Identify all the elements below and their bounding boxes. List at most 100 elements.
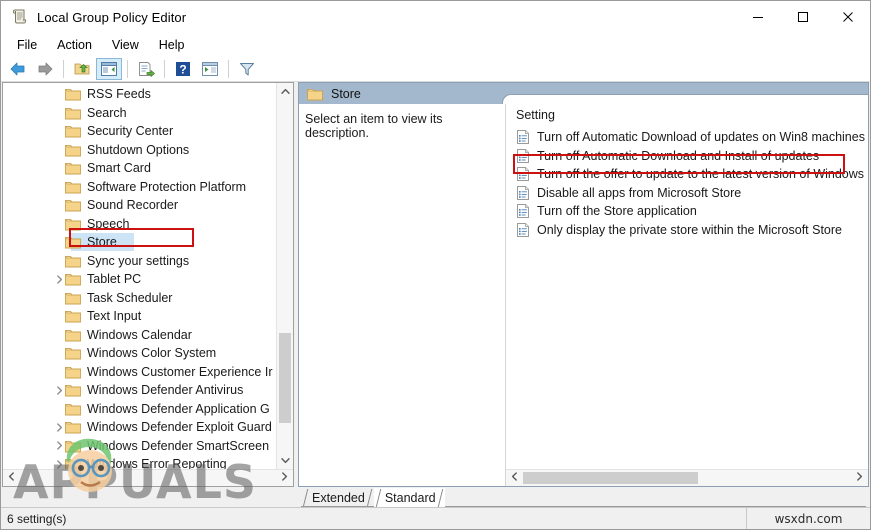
tree-item-label: Windows Defender SmartScreen	[87, 438, 270, 453]
tree-item[interactable]: Search	[3, 104, 276, 123]
scroll-up-icon[interactable]	[277, 83, 293, 100]
tree-horizontal-scrollbar[interactable]	[3, 469, 293, 486]
tree-item[interactable]: Sync your settings	[3, 252, 276, 271]
back-button[interactable]	[5, 58, 31, 80]
tree-item[interactable]: Windows Defender Exploit Guard	[3, 418, 276, 437]
setting-row[interactable]: Turn off Automatic Download and Install …	[506, 147, 868, 166]
tree-item[interactable]: Software Protection Platform	[3, 178, 276, 197]
tab-standard[interactable]: Standard	[373, 488, 445, 507]
column-header-setting: Setting	[516, 108, 555, 122]
tree-item[interactable]: Security Center	[3, 122, 276, 141]
tree-item[interactable]: Sound Recorder	[3, 196, 276, 215]
policy-setting-icon	[516, 222, 530, 237]
setting-label: Turn off the Store application	[537, 204, 697, 219]
toolbar: ?	[1, 57, 870, 82]
tree-hscroll-track[interactable]	[20, 470, 276, 486]
tree-item[interactable]: Windows Calendar	[3, 326, 276, 345]
folder-icon	[64, 124, 81, 138]
settings-hscroll-track[interactable]	[523, 470, 851, 486]
tree-item-label: Sync your settings	[87, 253, 190, 268]
description-text: Select an item to view its description.	[305, 112, 443, 140]
toolbar-separator	[127, 60, 128, 78]
scroll-right-icon[interactable]	[851, 470, 868, 487]
results-pane-header: Store	[298, 82, 869, 104]
tree-item[interactable]: Windows Error Reporting	[3, 455, 276, 469]
expand-chevron-icon[interactable]	[53, 440, 65, 452]
settings-list[interactable]: Turn off Automatic Download of updates o…	[506, 126, 868, 469]
menu-bar: File Action View Help	[1, 33, 870, 57]
folder-icon	[64, 235, 81, 249]
filter-button[interactable]	[234, 58, 260, 80]
tree-item[interactable]: Windows Customer Experience Ir	[3, 363, 276, 382]
setting-row[interactable]: Only display the private store within th…	[506, 221, 868, 240]
scroll-left-icon[interactable]	[506, 470, 523, 487]
settings-horizontal-scrollbar[interactable]	[506, 469, 868, 486]
tree-item[interactable]: Smart Card	[3, 159, 276, 178]
policy-setting-icon	[516, 204, 530, 219]
policy-setting-icon	[516, 185, 530, 200]
setting-row[interactable]: Disable all apps from Microsoft Store	[506, 184, 868, 203]
window-controls	[735, 1, 870, 33]
folder-icon	[64, 198, 81, 212]
tree-item[interactable]: Tablet PC	[3, 270, 276, 289]
tree-item[interactable]: Windows Defender SmartScreen	[3, 437, 276, 456]
show-hide-console-tree-button[interactable]	[96, 58, 122, 80]
setting-label: Turn off Automatic Download of updates o…	[537, 130, 865, 145]
setting-row[interactable]: Turn off Automatic Download of updates o…	[506, 128, 868, 147]
title-bar: Local Group Policy Editor	[1, 1, 870, 33]
tree-scroll-area: RSS Feeds Search Security Center Shutdown O…	[3, 83, 293, 469]
tree-item[interactable]: RSS Feeds	[3, 85, 276, 104]
view-tab-strip: Extended Standard	[1, 487, 870, 507]
maximize-button[interactable]	[780, 1, 825, 33]
menu-item-action[interactable]: Action	[47, 36, 102, 55]
tree-item-label: Speech	[87, 216, 130, 231]
tree-item[interactable]: Speech	[3, 215, 276, 234]
results-pane: Store Select an item to view its descrip…	[298, 82, 869, 487]
tree-item-label: Windows Defender Antivirus	[87, 383, 244, 398]
menu-item-view[interactable]: View	[102, 36, 149, 55]
tree-item-label: Windows Error Reporting	[87, 457, 227, 469]
tree-item-label: Windows Defender Exploit Guard	[87, 420, 272, 435]
scroll-right-icon[interactable]	[276, 470, 293, 487]
expand-chevron-icon[interactable]	[53, 273, 65, 285]
tree-vscroll-thumb[interactable]	[279, 333, 291, 423]
expand-chevron-icon[interactable]	[53, 458, 65, 469]
setting-label: Disable all apps from Microsoft Store	[537, 185, 742, 200]
scroll-down-icon[interactable]	[277, 452, 293, 469]
tab-extended[interactable]: Extended	[301, 488, 374, 507]
tree-vertical-scrollbar[interactable]	[276, 83, 293, 469]
expand-chevron-icon[interactable]	[53, 384, 65, 396]
folder-icon	[64, 383, 81, 397]
tree-item[interactable]: Windows Defender Antivirus	[3, 381, 276, 400]
setting-row[interactable]: Turn off the offer to update to the late…	[506, 165, 868, 184]
minimize-button[interactable]	[735, 1, 780, 33]
tree-vscroll-track[interactable]	[277, 100, 293, 452]
tree-item[interactable]: Text Input	[3, 307, 276, 326]
show-hide-action-pane-button[interactable]	[197, 58, 223, 80]
tree-item[interactable]: Windows Defender Application G	[3, 400, 276, 419]
forward-button[interactable]	[32, 58, 58, 80]
folder-icon	[64, 180, 81, 194]
scroll-left-icon[interactable]	[3, 470, 20, 487]
tree-list[interactable]: RSS Feeds Search Security Center Shutdown O…	[3, 83, 276, 469]
close-button[interactable]	[825, 1, 870, 33]
results-pane-content: Select an item to view its description. …	[298, 104, 869, 487]
setting-row[interactable]: Turn off the Store application	[506, 202, 868, 221]
menu-item-help[interactable]: Help	[149, 36, 195, 55]
tree-item-label: Smart Card	[87, 161, 151, 176]
settings-column-header[interactable]: Setting	[506, 104, 868, 126]
menu-item-file[interactable]: File	[7, 36, 47, 55]
tree-item[interactable]: Store	[3, 233, 276, 252]
expand-chevron-icon[interactable]	[53, 421, 65, 433]
tree-item[interactable]: Task Scheduler	[3, 289, 276, 308]
help-button[interactable]: ?	[170, 58, 196, 80]
folder-icon	[64, 291, 81, 305]
local-group-policy-editor-window: Local Group Policy Editor File Action Vi…	[0, 0, 871, 530]
tree-item[interactable]: Shutdown Options	[3, 141, 276, 160]
tree-item[interactable]: Windows Color System	[3, 344, 276, 363]
up-one-level-button[interactable]	[69, 58, 95, 80]
tree-item-label: Windows Color System	[87, 346, 217, 361]
policy-scroll-icon	[11, 8, 29, 26]
export-list-button[interactable]	[133, 58, 159, 80]
status-text: 6 setting(s)	[7, 511, 67, 526]
